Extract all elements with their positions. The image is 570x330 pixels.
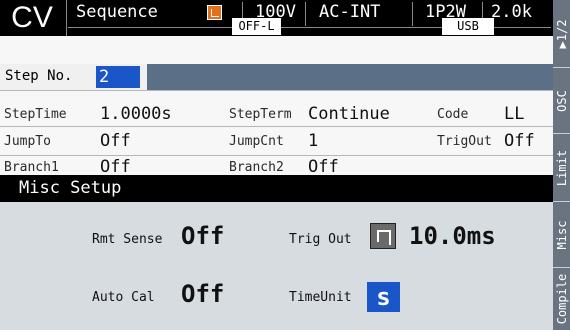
- jump-to-field[interactable]: Off: [100, 131, 131, 151]
- dialog-title: Misc Setup: [0, 175, 553, 202]
- branch2-label: Branch2: [229, 160, 284, 175]
- frequency-range: 2.0k: [491, 2, 532, 22]
- divider: [0, 126, 553, 127]
- rmt-sense-label: Rmt Sense: [92, 232, 163, 247]
- step-number-label: Step No.: [5, 68, 73, 84]
- branch2-field[interactable]: Off: [308, 157, 339, 177]
- branch1-field[interactable]: Off: [100, 157, 131, 177]
- tab-compile[interactable]: Compile: [553, 268, 570, 330]
- trigger-pulse-icon: [370, 223, 396, 249]
- trig-out-dialog-label: Trig Out: [289, 232, 352, 247]
- tab-limit[interactable]: Limit: [553, 134, 570, 202]
- jump-cnt-field[interactable]: 1: [308, 131, 318, 151]
- mode-indicator: CV: [11, 1, 53, 34]
- divider: [412, 2, 413, 26]
- time-unit-label: TimeUnit: [289, 290, 352, 305]
- jump-to-label: JumpTo: [4, 134, 51, 149]
- branch1-label: Branch1: [4, 160, 59, 175]
- step-term-label: StepTerm: [229, 107, 292, 122]
- menu-title: Sequence: [76, 2, 158, 22]
- tab-osc[interactable]: OSC: [553, 68, 570, 134]
- divider: [0, 155, 553, 156]
- tab-page-1-2[interactable]: ▶1/2: [553, 0, 570, 68]
- interface-badge: USB: [442, 18, 494, 35]
- trig-out-field[interactable]: Off: [504, 131, 535, 151]
- jump-cnt-label: JumpCnt: [229, 134, 284, 149]
- divider: [66, 0, 67, 36]
- output-protect-icon: [207, 5, 222, 20]
- trig-out-width-field[interactable]: 10.0ms: [409, 222, 496, 250]
- step-time-label: StepTime: [4, 107, 67, 122]
- divider: [305, 2, 306, 26]
- side-tab-bar: ▶1/2 OSC Limit Misc Compile: [553, 0, 570, 330]
- auto-cal-label: Auto Cal: [92, 290, 155, 305]
- trig-out-label: TrigOut: [437, 134, 492, 149]
- divider: [0, 90, 553, 91]
- output-state-badge: OFF-L: [232, 18, 281, 35]
- auto-cal-field[interactable]: Off: [181, 280, 224, 308]
- code-label: Code: [437, 107, 469, 122]
- signal-source: AC-INT: [319, 2, 381, 22]
- rmt-sense-field[interactable]: Off: [181, 222, 224, 250]
- code-field[interactable]: LL: [504, 104, 524, 124]
- time-unit-field[interactable]: s: [367, 282, 400, 312]
- step-time-field[interactable]: 1.0000s: [100, 104, 172, 124]
- step-term-field[interactable]: Continue: [308, 104, 390, 124]
- tab-misc[interactable]: Misc: [553, 202, 570, 268]
- step-number-field[interactable]: 2: [96, 66, 140, 88]
